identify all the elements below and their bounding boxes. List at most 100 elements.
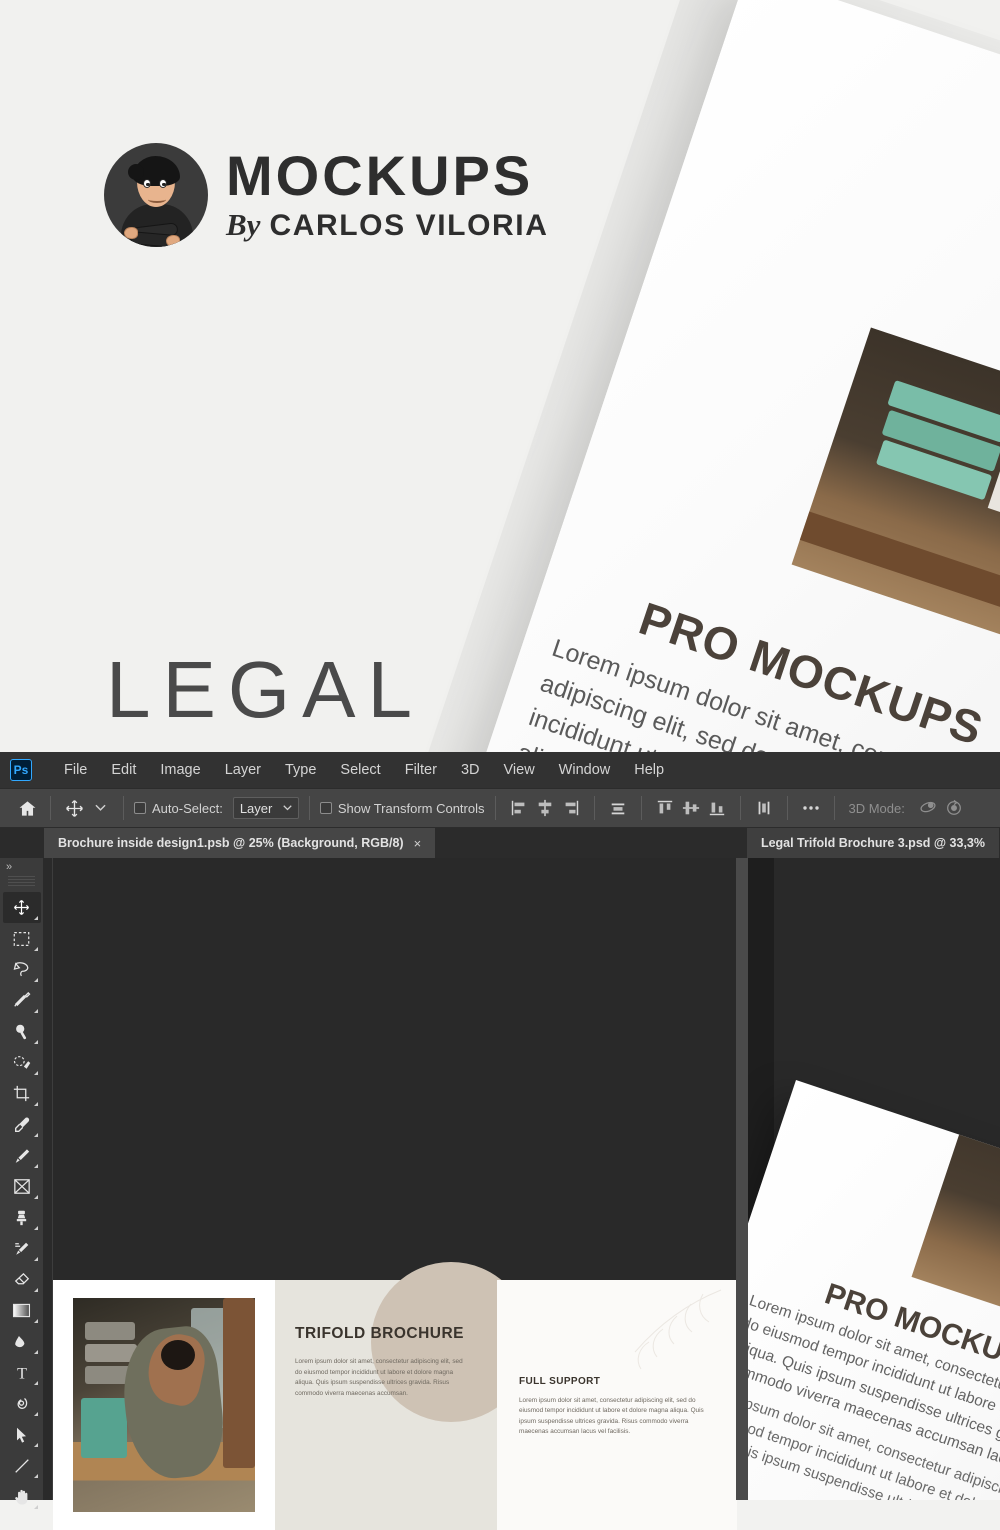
options-bar: Auto-Select: Layer Show Transform Contro… — [0, 788, 1000, 828]
menu-item-layer[interactable]: Layer — [213, 758, 273, 782]
brush-tool[interactable] — [3, 1140, 41, 1171]
menu-item-help[interactable]: Help — [622, 758, 676, 782]
document-canvas-right[interactable]: PRO MOCKUPS Lorem ipsum dolor sit amet, … — [748, 858, 1000, 1500]
frame-tool[interactable] — [3, 1171, 41, 1202]
menu-item-file[interactable]: File — [52, 758, 99, 782]
auto-select-checkbox[interactable] — [134, 802, 146, 814]
canvas-splitter[interactable] — [736, 858, 748, 1500]
line-tool[interactable] — [3, 1450, 41, 1481]
divider — [494, 796, 496, 820]
brochure-panel-photo — [53, 1280, 275, 1530]
align-horizontal-centers-icon[interactable] — [532, 795, 558, 821]
brochure-title: TRIFOLD BROCHURE — [295, 1325, 465, 1342]
move-tool-icon[interactable] — [61, 795, 87, 821]
svg-text:T: T — [17, 1365, 27, 1382]
home-icon[interactable] — [14, 795, 40, 821]
divider — [50, 796, 51, 820]
divider — [640, 796, 642, 820]
document-tab-label: Legal Trifold Brochure 3.psd @ 33,3% — [760, 836, 985, 850]
close-icon[interactable]: × — [414, 836, 422, 851]
auto-select-scope-value: Layer — [239, 800, 273, 816]
yoga-pose-photo — [73, 1298, 255, 1512]
menu-item-edit[interactable]: Edit — [99, 758, 148, 782]
show-transform-controls-checkbox[interactable] — [319, 802, 332, 814]
brand-by-word: By — [226, 207, 261, 243]
rectangular-marquee-tool[interactable] — [3, 923, 41, 954]
divider — [786, 796, 788, 820]
canvas-area: TRIFOLD BROCHURE Lorem ipsum dolor sit a… — [44, 858, 1000, 1530]
brochure-panel-title: TRIFOLD BROCHURE Lorem ipsum dolor sit a… — [275, 1262, 531, 1530]
distribute-horizontal-icon[interactable] — [605, 795, 631, 821]
magic-wand-tool[interactable] — [3, 1016, 41, 1047]
path-selection-tool[interactable] — [3, 1419, 41, 1450]
document-canvas-left[interactable]: TRIFOLD BROCHURE Lorem ipsum dolor sit a… — [52, 858, 737, 1530]
lasso-tool[interactable] — [3, 954, 41, 985]
tool-preset-chevron-down-icon[interactable] — [87, 795, 113, 821]
gradient-tool[interactable] — [3, 1295, 41, 1326]
orbit-3d-icon[interactable] — [915, 795, 941, 821]
history-brush-tool[interactable] — [3, 1233, 41, 1264]
brand-title: MOCKUPS — [226, 143, 534, 207]
divider — [308, 796, 310, 820]
object-selection-tool[interactable] — [3, 1047, 41, 1078]
menu-bar: Ps File Edit Image Layer Type Select Fil… — [0, 752, 1000, 788]
menu-item-view[interactable]: View — [492, 758, 547, 782]
align-left-edges-icon[interactable] — [506, 795, 532, 821]
menu-item-filter[interactable]: Filter — [393, 758, 449, 782]
align-bottom-edges-icon[interactable] — [704, 795, 730, 821]
divider — [123, 796, 124, 820]
brand-subtitle: By CARLOS VILORIA — [226, 207, 549, 243]
right-canvas-viewport: PRO MOCKUPS Lorem ipsum dolor sit amet, … — [748, 858, 1000, 1500]
clone-stamp-tool[interactable] — [3, 1202, 41, 1233]
leaf-illustration-icon — [634, 1289, 722, 1370]
panel-grip[interactable] — [8, 876, 35, 886]
document-tab-legal-trifold[interactable]: Legal Trifold Brochure 3.psd @ 33,3% — [746, 828, 1000, 858]
brochure-body-text-secondary: Lorem ipsum dolor sit amet, consectetur … — [519, 1397, 704, 1436]
menu-item-select[interactable]: Select — [328, 758, 392, 782]
paper-mockup-photo — [791, 327, 1000, 698]
brand-logo: MOCKUPS By CARLOS VILORIA — [104, 143, 549, 247]
eyedropper-tool[interactable] — [3, 1109, 41, 1140]
chevron-down-icon — [283, 805, 292, 811]
legal-trifold-mockup: PRO MOCKUPS Lorem ipsum dolor sit amet, … — [748, 1080, 1000, 1500]
menu-item-image[interactable]: Image — [148, 758, 212, 782]
align-right-edges-icon[interactable] — [558, 795, 584, 821]
blur-tool[interactable] — [3, 1326, 41, 1357]
auto-select-scope-dropdown[interactable]: Layer — [232, 797, 299, 819]
align-top-edges-icon[interactable] — [652, 795, 678, 821]
hand-tool[interactable] — [3, 1481, 41, 1512]
brand-logo-text: MOCKUPS By CARLOS VILORIA — [226, 147, 549, 243]
align-vertical-centers-icon[interactable] — [678, 795, 704, 821]
menu-item-3d[interactable]: 3D — [449, 758, 492, 782]
divider — [593, 796, 595, 820]
type-tool[interactable]: T — [3, 1357, 41, 1388]
divider — [833, 796, 835, 820]
document-tab-bar: Brochure inside design1.psb @ 25% (Backg… — [0, 828, 1000, 858]
collapse-panels-button[interactable]: » — [0, 860, 43, 874]
photoshop-window: Ps File Edit Image Layer Type Select Fil… — [0, 752, 1000, 1530]
promo-banner: PRO MOCKUPS Lorem ipsum dolor sit amet, … — [0, 0, 1000, 752]
roll-3d-icon[interactable] — [941, 795, 967, 821]
page-title: LEGAL — [106, 645, 424, 734]
photoshop-logo-icon: Ps — [10, 759, 32, 781]
3d-mode-label: 3D Mode: — [848, 800, 905, 816]
brand-author: CARLOS VILORIA — [269, 209, 549, 243]
move-tool[interactable] — [2, 892, 41, 923]
show-transform-controls-label: Show Transform Controls — [337, 800, 485, 816]
paper-mockup-top-right: PRO MOCKUPS Lorem ipsum dolor sit amet, … — [462, 0, 1000, 752]
auto-select-label: Auto-Select: — [152, 800, 223, 816]
avatar — [104, 143, 208, 247]
document-tab-label: Brochure inside design1.psb @ 25% (Backg… — [58, 836, 404, 850]
distribute-vertical-icon[interactable] — [751, 795, 777, 821]
menu-item-type[interactable]: Type — [273, 758, 328, 782]
divider — [739, 796, 741, 820]
document-tab-brochure-inside[interactable]: Brochure inside design1.psb @ 25% (Backg… — [44, 828, 437, 858]
eraser-tool[interactable] — [3, 1264, 41, 1295]
more-options-icon[interactable] — [798, 795, 824, 821]
menu-item-window[interactable]: Window — [547, 758, 623, 782]
pen-tool[interactable] — [3, 1388, 41, 1419]
brochure-body-text: Lorem ipsum dolor sit amet, consectetur … — [295, 1358, 463, 1397]
crop-tool[interactable] — [3, 1078, 41, 1109]
quick-selection-tool[interactable] — [3, 985, 41, 1016]
trifold-brochure-artwork: TRIFOLD BROCHURE Lorem ipsum dolor sit a… — [53, 1262, 737, 1530]
